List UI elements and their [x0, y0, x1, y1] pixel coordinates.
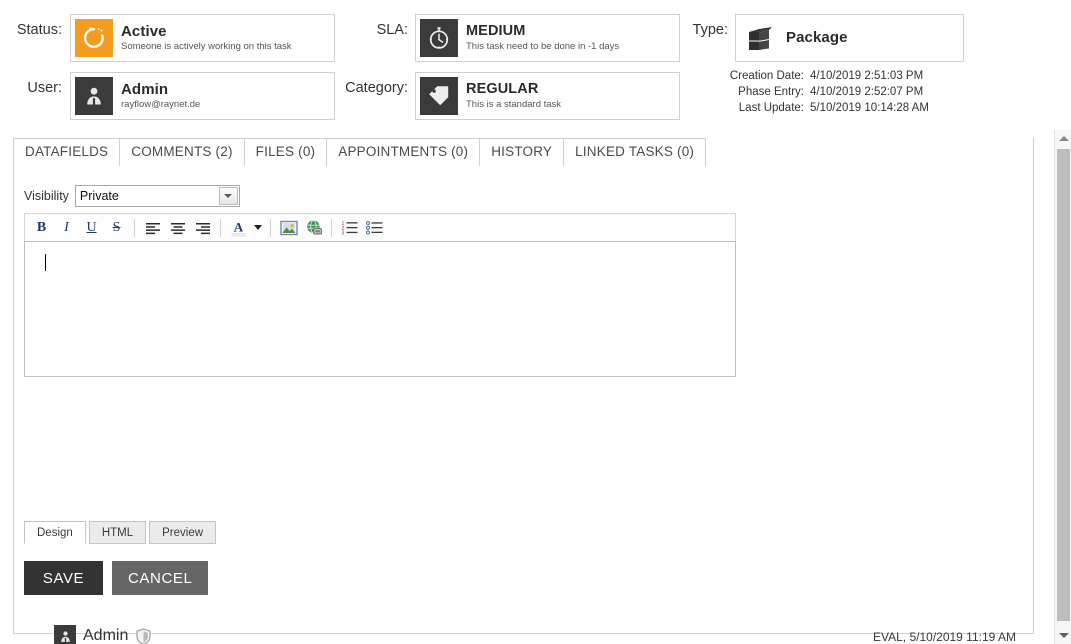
tab-appointments[interactable]: APPOINTMENTS (0) — [326, 138, 481, 166]
status-subtitle: Someone is actively working on this task — [121, 40, 292, 52]
comments-panel: Visibility Private B I U S A 1 2 3 Desig… — [13, 138, 1034, 644]
svg-text:3: 3 — [341, 231, 344, 236]
status-box[interactable]: Active Someone is actively working on th… — [70, 14, 335, 62]
tab-comments[interactable]: COMMENTS (2) — [119, 138, 245, 166]
comment-text-area[interactable] — [24, 241, 736, 377]
tab-bar: DATAFIELDS COMMENTS (2) FILES (0) APPOIN… — [13, 138, 707, 166]
editor-actions: SAVE CANCEL — [24, 561, 209, 595]
shield-icon — [136, 627, 151, 644]
toolbar-divider — [270, 218, 271, 237]
user-subtitle: rayflow@raynet.de — [121, 98, 201, 110]
svg-text:A: A — [234, 219, 244, 234]
user-title: Admin — [121, 80, 169, 98]
category-label: Category: — [345, 80, 408, 96]
creation-date-label: Creation Date: — [729, 70, 804, 82]
strikethrough-icon[interactable]: S — [104, 217, 129, 239]
comment-list: Admin EVAL, 5/10/2019 11:19 AM This is a… — [24, 616, 1024, 644]
last-update-row: Last Update: 5/10/2019 10:14:28 AM — [722, 102, 929, 118]
type-title: Package — [786, 29, 848, 47]
mode-tab-html[interactable]: HTML — [88, 521, 147, 544]
unordered-list-icon[interactable] — [362, 217, 387, 239]
phase-entry-label: Phase Entry: — [738, 86, 804, 98]
type-label: Type: — [692, 22, 728, 38]
category-subtitle: This is a standard task — [466, 98, 562, 110]
category-title: REGULAR — [466, 80, 539, 97]
text-caret — [45, 254, 46, 271]
scroll-up-icon[interactable] — [1055, 130, 1071, 147]
task-summary-header: Status: Active Someone is actively worki… — [0, 0, 1071, 130]
creation-date-row: Creation Date: 4/10/2019 2:51:03 PM — [722, 70, 929, 86]
category-box[interactable]: REGULAR This is a standard task — [415, 72, 680, 120]
comment-editor: B I U S A 1 2 3 — [24, 213, 736, 377]
tab-files[interactable]: FILES (0) — [243, 138, 328, 166]
creation-date-value: 4/10/2019 2:51:03 PM — [810, 70, 924, 82]
phase-entry-row: Phase Entry: 4/10/2019 2:52:07 PM — [722, 86, 929, 102]
package-box-icon — [740, 19, 778, 57]
cancel-button[interactable]: CANCEL — [112, 561, 209, 595]
comment-meta: EVAL, 5/10/2019 11:19 AM — [873, 630, 1016, 644]
sla-subtitle: This task need to be done in -1 days — [466, 40, 620, 52]
align-left-icon[interactable] — [140, 217, 165, 239]
user-box[interactable]: Admin rayflow@raynet.de — [70, 72, 335, 120]
underline-icon[interactable]: U — [79, 217, 104, 239]
status-title: Active — [121, 22, 167, 40]
tab-history[interactable]: HISTORY — [479, 138, 565, 166]
last-update-value: 5/10/2019 10:14:28 AM — [810, 102, 929, 114]
italic-icon[interactable]: I — [54, 217, 79, 239]
sla-label: SLA: — [376, 22, 408, 38]
stopwatch-icon — [420, 19, 458, 57]
avatar — [54, 625, 76, 644]
insert-link-icon[interactable] — [301, 217, 326, 239]
font-color-chevron-down-icon[interactable] — [251, 217, 265, 239]
toolbar-divider — [331, 218, 332, 237]
ordered-list-icon[interactable]: 1 2 3 — [337, 217, 362, 239]
font-color-icon[interactable]: A — [226, 217, 251, 239]
visibility-row: Visibility Private — [24, 185, 240, 207]
align-right-icon[interactable] — [190, 217, 215, 239]
visibility-select[interactable]: Private — [74, 185, 240, 207]
toolbar-divider — [220, 218, 221, 237]
tab-linked-tasks[interactable]: LINKED TASKS (0) — [563, 138, 707, 166]
last-update-label: Last Update: — [738, 102, 804, 114]
visibility-selected-value: Private — [79, 189, 119, 203]
align-center-icon[interactable] — [165, 217, 190, 239]
task-detail-page: Status: Active Someone is actively worki… — [0, 0, 1071, 644]
refresh-circle-icon — [75, 19, 113, 57]
comments-content: Visibility Private B I U S A 1 2 3 Desig… — [14, 138, 1033, 644]
status-label: Status: — [16, 22, 62, 38]
comment-item: Admin EVAL, 5/10/2019 11:19 AM This is a… — [24, 616, 1024, 644]
user-label: User: — [27, 80, 62, 96]
tag-icon — [420, 77, 458, 115]
scrollbar-thumb[interactable] — [1057, 149, 1070, 621]
type-box[interactable]: Package — [735, 14, 964, 62]
scroll-down-icon[interactable] — [1055, 627, 1071, 644]
bold-icon[interactable]: B — [29, 217, 54, 239]
insert-image-icon[interactable] — [276, 217, 301, 239]
vertical-scrollbar[interactable] — [1054, 130, 1071, 644]
toolbar-divider — [134, 218, 135, 237]
save-button[interactable]: SAVE — [24, 561, 103, 595]
date-summary: Creation Date: 4/10/2019 2:51:03 PM Phas… — [722, 70, 929, 118]
tab-datafields[interactable]: DATAFIELDS — [13, 138, 121, 166]
mode-tab-preview[interactable]: Preview — [149, 521, 217, 544]
user-icon — [75, 77, 113, 115]
mode-tab-design[interactable]: Design — [24, 521, 86, 544]
sla-title: MEDIUM — [466, 22, 526, 39]
editor-mode-tabs: Design HTML Preview — [24, 521, 219, 544]
comment-author: Admin — [83, 627, 129, 644]
phase-entry-value: 4/10/2019 2:52:07 PM — [810, 86, 924, 98]
editor-toolbar: B I U S A 1 2 3 — [24, 213, 736, 241]
visibility-label: Visibility — [24, 189, 69, 203]
chevron-down-icon[interactable] — [218, 187, 238, 205]
sla-box[interactable]: MEDIUM This task need to be done in -1 d… — [415, 14, 680, 62]
